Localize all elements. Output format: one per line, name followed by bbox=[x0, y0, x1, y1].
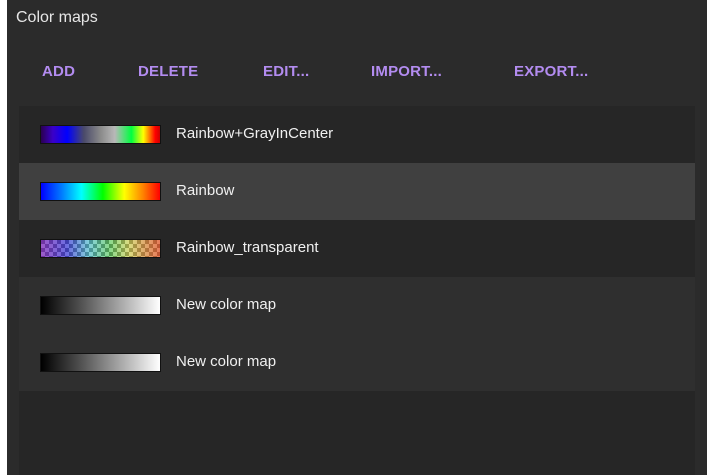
color-map-preview bbox=[40, 182, 161, 201]
export-button[interactable]: EXPORT... bbox=[514, 60, 588, 84]
color-map-preview bbox=[40, 296, 161, 315]
import-button[interactable]: IMPORT... bbox=[371, 60, 442, 84]
color-map-item-rainbow-gray-in-center[interactable]: Rainbow+GrayInCenter bbox=[19, 106, 695, 163]
color-map-name: Rainbow+GrayInCenter bbox=[176, 125, 334, 142]
color-map-name: New color map bbox=[176, 353, 277, 370]
delete-button[interactable]: DELETE bbox=[138, 60, 198, 84]
color-map-preview bbox=[40, 353, 161, 372]
color-map-name: New color map bbox=[176, 296, 277, 313]
color-map-toolbar: ADD DELETE EDIT... IMPORT... EXPORT... bbox=[7, 60, 707, 84]
color-map-name: Rainbow_transparent bbox=[176, 239, 319, 256]
color-map-item-rainbow-transparent[interactable]: Rainbow_transparent bbox=[19, 220, 695, 277]
color-map-name: Rainbow bbox=[176, 182, 235, 199]
color-map-item-rainbow[interactable]: Rainbow bbox=[19, 163, 695, 220]
color-map-preview bbox=[40, 125, 161, 144]
panel-title: Color maps bbox=[16, 9, 98, 26]
edit-button[interactable]: EDIT... bbox=[263, 60, 309, 84]
color-map-preview bbox=[40, 239, 161, 258]
color-map-item-new-2[interactable]: New color map bbox=[19, 334, 695, 391]
color-map-item-new-1[interactable]: New color map bbox=[19, 277, 695, 334]
color-map-list[interactable]: Rainbow+GrayInCenter Rainbow Rainbow_tra… bbox=[19, 106, 695, 475]
add-button[interactable]: ADD bbox=[42, 60, 75, 84]
color-maps-panel: Color maps ADD DELETE EDIT... IMPORT... … bbox=[7, 0, 707, 475]
